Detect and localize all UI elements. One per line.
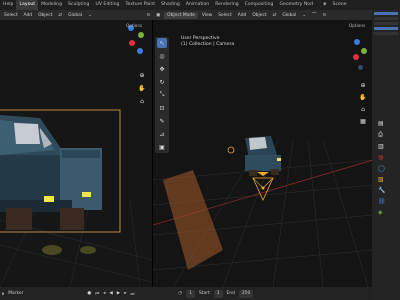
constraint-properties-icon[interactable]: ⛓ bbox=[378, 198, 386, 205]
tab-animation[interactable]: Animation bbox=[183, 0, 212, 10]
transform-tool-icon[interactable]: ⊡ bbox=[157, 103, 167, 113]
zoom-icon[interactable]: ⊕ bbox=[358, 80, 368, 90]
right-viewport-header: ▣ Object Mode View Select Add Object ⇄ G… bbox=[152, 10, 372, 20]
perspective-toggle-icon[interactable]: ▦ bbox=[358, 116, 368, 126]
left-pan-icon[interactable]: ✋ bbox=[137, 83, 147, 93]
jump-start-icon[interactable]: ⏮ bbox=[95, 291, 99, 297]
left-orientation-dropdown[interactable]: Global bbox=[66, 13, 84, 18]
start-label: Start bbox=[199, 291, 210, 296]
data-properties-icon[interactable]: ◈ bbox=[378, 209, 386, 216]
gizmo-x-icon[interactable] bbox=[353, 54, 359, 60]
scene-selector[interactable]: Scene bbox=[330, 0, 350, 10]
modifier-properties-icon[interactable]: 🔧 bbox=[378, 187, 386, 194]
left-select-menu[interactable]: Select bbox=[2, 13, 20, 18]
tab-layout[interactable]: Layout bbox=[16, 0, 39, 10]
start-frame-field[interactable]: 1 bbox=[213, 289, 223, 298]
workspace-tabs: Help Layout Modeling Sculpting UV Editin… bbox=[0, 0, 400, 10]
output-properties-icon[interactable]: ⎙ bbox=[378, 131, 386, 139]
tab-uv-editing[interactable]: UV Editing bbox=[92, 0, 122, 10]
left-pivot-icon[interactable]: ⊙ bbox=[144, 13, 152, 18]
select-menu[interactable]: Select bbox=[216, 13, 234, 18]
properties-panel: ▤ ⎙ ▥ ◍ ◯ ▧ 🔧 ⛓ ◈ bbox=[372, 0, 400, 300]
record-icon[interactable]: ● bbox=[87, 291, 91, 296]
view-layer-properties-icon[interactable]: ▥ bbox=[378, 143, 386, 150]
tab-sculpting[interactable]: Sculpting bbox=[65, 0, 92, 10]
left-viewport-header: Select Add Object ⇄ Global ⌄ ⊙ bbox=[0, 10, 152, 20]
headlight-left bbox=[44, 196, 54, 202]
snap-icon[interactable]: ⌒ bbox=[310, 12, 318, 18]
timeline-header: ⏵ Marker ● ⏮ ◂ ◀ ▶ ▸ ⏭ ◷ 1 Start 1 End 2… bbox=[0, 287, 372, 300]
left-transform-icon[interactable]: ⇄ bbox=[56, 13, 64, 18]
tool-shelf: ↖ ◎ ✥ ↻ ⤡ ⊡ ✎ ⊿ ▣ bbox=[155, 37, 169, 153]
tab-texture-paint[interactable]: Texture Paint bbox=[122, 0, 158, 10]
scene-icon: ◈ bbox=[322, 2, 327, 7]
left-options-button[interactable]: Options bbox=[126, 23, 142, 28]
tab-geometry-nodes[interactable]: Geometry Nod bbox=[276, 0, 316, 10]
playback-icon[interactable]: ⏵ bbox=[2, 291, 4, 297]
measure-tool-icon[interactable]: ⊿ bbox=[157, 129, 167, 139]
cursor-tool-icon[interactable]: ◎ bbox=[157, 51, 167, 61]
tab-rendering[interactable]: Rendering bbox=[212, 0, 241, 10]
left-camera-view-icon[interactable]: ⌂ bbox=[137, 96, 147, 106]
select-tool-icon[interactable]: ↖ bbox=[157, 38, 167, 48]
left-gizmo-y-icon[interactable] bbox=[138, 32, 144, 38]
prev-keyframe-icon[interactable]: ◂ bbox=[103, 291, 105, 296]
viewport-info: User Perspective (1) Collection | Camera bbox=[181, 36, 234, 48]
left-gizmo-x-icon[interactable] bbox=[129, 40, 135, 46]
tab-shading[interactable]: Shading bbox=[158, 0, 183, 10]
left-viewport[interactable]: Options ⊕ ✋ ⌂ bbox=[0, 20, 152, 287]
orientation-dropdown[interactable]: Global bbox=[280, 13, 298, 18]
mode-dropdown[interactable]: Object Mode bbox=[164, 11, 198, 19]
scale-tool-icon[interactable]: ⤡ bbox=[157, 90, 167, 100]
rotate-tool-icon[interactable]: ↻ bbox=[157, 77, 167, 87]
outliner-selected-row[interactable] bbox=[374, 12, 398, 15]
current-frame[interactable]: 1 bbox=[186, 289, 195, 298]
end-frame-field[interactable]: 250 bbox=[238, 289, 254, 298]
play-reverse-icon[interactable]: ◀ bbox=[109, 291, 112, 296]
transform-icon[interactable]: ⇄ bbox=[271, 13, 279, 18]
scene-properties-icon[interactable]: ◍ bbox=[378, 154, 386, 161]
left-zoom-icon[interactable]: ⊕ bbox=[137, 70, 147, 80]
object-menu[interactable]: Object bbox=[250, 13, 268, 18]
editor-type-icon[interactable]: ▣ bbox=[154, 13, 162, 18]
tab-help[interactable]: Help bbox=[0, 0, 16, 10]
tab-compositing[interactable]: Compositing bbox=[242, 0, 277, 10]
headlight-right bbox=[82, 192, 91, 197]
marker-menu[interactable]: Marker bbox=[8, 291, 23, 296]
camera-view-icon[interactable]: ⌂ bbox=[358, 104, 368, 114]
right-scene-render bbox=[153, 136, 372, 287]
right-viewport[interactable]: User Perspective (1) Collection | Camera… bbox=[152, 20, 372, 287]
add-cube-tool-icon[interactable]: ▣ bbox=[157, 142, 167, 152]
left-scene-render bbox=[0, 109, 152, 287]
render-properties-icon[interactable]: ▤ bbox=[378, 120, 386, 127]
gizmo-y-icon[interactable] bbox=[361, 48, 367, 54]
frame-icon[interactable]: ◷ bbox=[178, 291, 182, 296]
right-options-button[interactable]: Options bbox=[349, 23, 365, 28]
jump-end-icon[interactable]: ⏭ bbox=[130, 291, 134, 297]
move-tool-icon[interactable]: ✥ bbox=[157, 64, 167, 74]
properties-tabs: ▤ ⎙ ▥ ◍ ◯ ▧ 🔧 ⛓ ◈ bbox=[378, 120, 386, 216]
play-icon[interactable]: ▶ bbox=[117, 291, 120, 296]
add-menu[interactable]: Add bbox=[236, 13, 249, 18]
annotate-tool-icon[interactable]: ✎ bbox=[157, 116, 167, 126]
object-properties-icon[interactable]: ▧ bbox=[378, 176, 386, 183]
gizmo-z-icon[interactable] bbox=[354, 39, 360, 45]
left-gizmo-neg-z-icon[interactable] bbox=[137, 48, 143, 54]
world-properties-icon[interactable]: ◯ bbox=[378, 165, 386, 172]
pan-icon[interactable]: ✋ bbox=[358, 92, 368, 102]
proportional-icon[interactable]: ⊙ bbox=[320, 13, 328, 18]
left-add-menu[interactable]: Add bbox=[22, 13, 35, 18]
view-menu[interactable]: View bbox=[200, 13, 214, 18]
left-object-menu[interactable]: Object bbox=[36, 13, 54, 18]
left-chevron-down-icon[interactable]: ⌄ bbox=[86, 13, 94, 18]
gizmo-neg-z-icon[interactable] bbox=[358, 65, 363, 70]
active-object-label: (1) Collection | Camera bbox=[181, 42, 235, 47]
next-keyframe-icon[interactable]: ▸ bbox=[124, 291, 126, 296]
chevron-down-icon[interactable]: ⌄ bbox=[300, 13, 308, 18]
end-label: End bbox=[226, 291, 235, 296]
tab-modeling[interactable]: Modeling bbox=[38, 0, 65, 10]
